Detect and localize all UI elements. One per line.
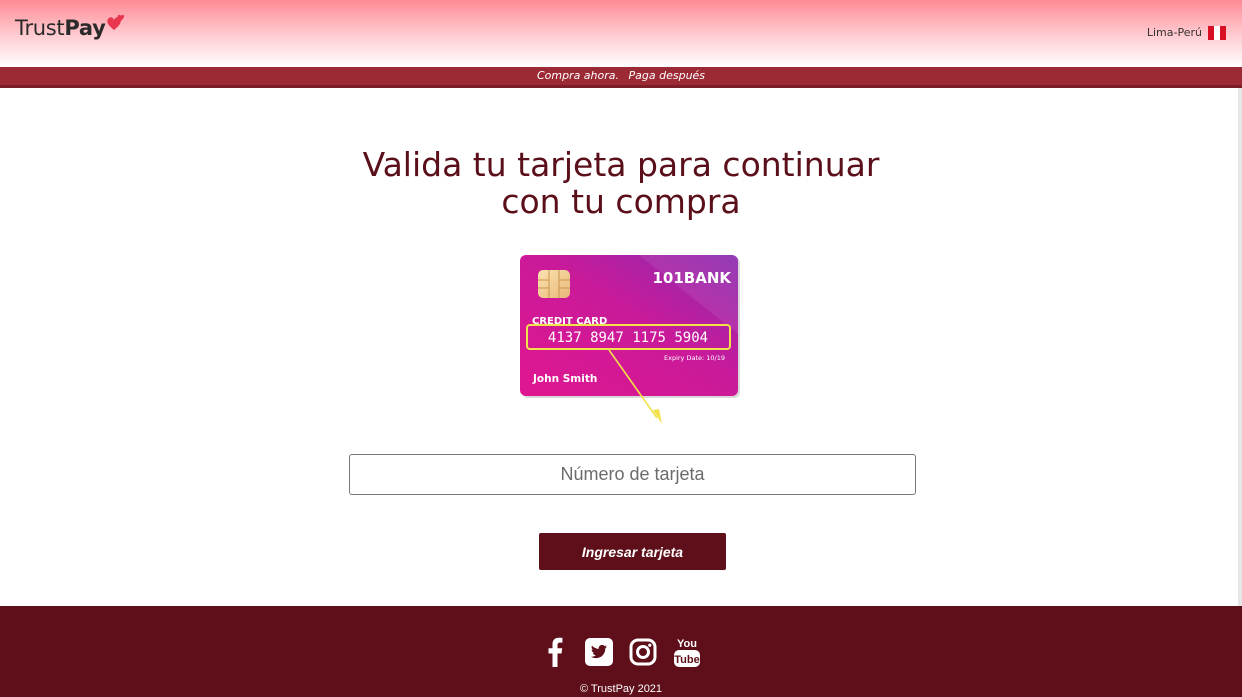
page-title: Valida tu tarjeta para continuar con tu … — [321, 146, 921, 220]
card-holder-name: John Smith — [532, 373, 597, 385]
card-chip-icon — [538, 270, 570, 298]
page-title-line2: con tu compra — [501, 182, 741, 221]
logo-text-light: Trust — [15, 16, 65, 40]
instagram-icon[interactable] — [628, 636, 658, 668]
card-number: 4137 8947 1175 5904 — [548, 330, 708, 346]
top-header: TrustPay Lima-Perú — [0, 0, 1242, 67]
submit-card-button[interactable]: Ingresar tarjeta — [539, 533, 726, 570]
trustpay-logo[interactable]: TrustPay — [15, 16, 106, 40]
slogan-bar: Compra ahora. Paga después — [0, 67, 1242, 88]
footer: You Tube © TrustPay 2021 — [0, 606, 1242, 697]
location-label: Lima-Perú — [1146, 26, 1202, 39]
card-bank-name: 101BANK — [652, 269, 732, 287]
scrollbar[interactable] — [1238, 88, 1242, 608]
card-number-input[interactable] — [349, 454, 916, 495]
peru-flag-icon — [1208, 26, 1226, 40]
youtube-icon[interactable]: You Tube — [672, 636, 702, 668]
hearts-icon — [107, 14, 125, 30]
facebook-icon[interactable] — [540, 636, 570, 668]
svg-text:Tube: Tube — [674, 654, 699, 666]
twitter-icon[interactable] — [584, 636, 614, 668]
social-links: You Tube — [540, 636, 702, 668]
slogan-part2: Paga después — [628, 69, 706, 82]
page-title-line1: Valida tu tarjeta para continuar — [362, 145, 880, 184]
logo-text-bold: Pay — [64, 16, 106, 40]
slogan-part1: Compra ahora. — [536, 69, 620, 82]
copyright-text: © TrustPay 2021 — [579, 683, 663, 695]
card-expiry: Expiry Date: 10/19 — [664, 354, 725, 362]
credit-card-illustration: 101BANK CREDIT CARD 4137 8947 1175 5904 … — [520, 255, 740, 424]
svg-text:You: You — [677, 638, 697, 650]
